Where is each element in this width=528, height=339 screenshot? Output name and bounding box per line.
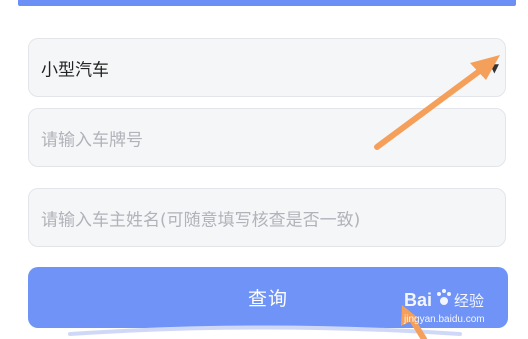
baidu-watermark: Bai 经验 jingyan.baidu.com: [404, 286, 522, 330]
query-button-label: 查询: [247, 288, 288, 310]
owner-name-placeholder: 请输入车主姓名(可随意填写核查是否一致): [41, 210, 361, 230]
svg-text:经验: 经验: [454, 292, 484, 310]
plate-number-input[interactable]: 请输入车牌号: [28, 108, 506, 167]
car-type-value: 小型汽车: [41, 60, 109, 80]
triangle-down-icon[interactable]: ▼: [490, 61, 499, 75]
baidu-logo-icon: Bai 经验: [404, 289, 484, 310]
header-bar-edge: [18, 0, 516, 6]
plate-number-placeholder: 请输入车牌号: [41, 130, 143, 150]
watermark-url: jingyan.baidu.com: [404, 314, 485, 325]
owner-name-input[interactable]: 请输入车主姓名(可随意填写核查是否一致): [28, 188, 506, 247]
car-type-select[interactable]: 小型汽车 ▼: [28, 38, 506, 97]
svg-text:Bai: Bai: [404, 290, 432, 310]
